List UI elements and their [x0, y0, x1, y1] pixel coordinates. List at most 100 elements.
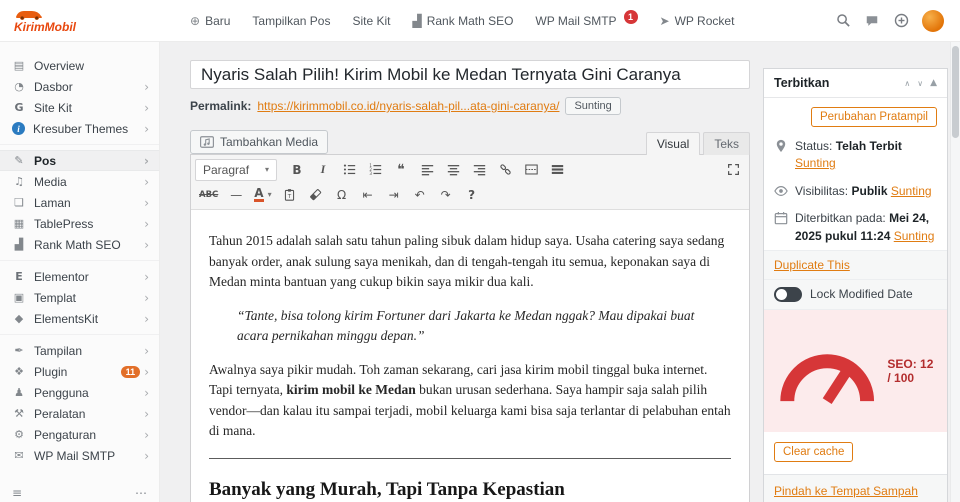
tab-visual[interactable]: Visual	[645, 132, 701, 155]
admin-sidebar: ▤ Overview ◔ Dasbor › G Site Kit › i Kresuber The…	[0, 42, 160, 502]
indent-button[interactable]: ⇥	[382, 184, 406, 206]
sidebar-column: Terbitkan ∧ ∨ ▲ Perubahan Pratampil Stat…	[763, 60, 948, 502]
sidebar-item-kresuber-themes[interactable]: i Kresuber Themes ›	[0, 118, 159, 139]
redo-button[interactable]: ↷	[434, 184, 458, 206]
paste-as-text-button[interactable]: T	[278, 184, 302, 206]
chevron-right-icon: ›	[144, 448, 149, 463]
sidebar-item-plugin[interactable]: ❖ Plugin 11 ›	[0, 361, 159, 382]
blockquote-button[interactable]: ❝	[389, 159, 413, 181]
undo-button[interactable]: ↶	[408, 184, 432, 206]
template-icon: ▣	[13, 291, 25, 304]
clear-formatting-button[interactable]	[304, 184, 328, 206]
edit-status-link[interactable]: Sunting	[795, 156, 836, 170]
edit-published-link[interactable]: Sunting	[894, 229, 935, 243]
help-button[interactable]: ?	[460, 184, 484, 206]
blockquote: “Tante, bisa tolong kirim Fortuner dari …	[237, 307, 695, 344]
topbar-item-site-kit[interactable]: Site Kit	[352, 14, 390, 28]
text-color-button[interactable]: A ▾	[250, 184, 275, 206]
numbered-list-button[interactable]: 123	[363, 159, 387, 181]
bold-button[interactable]: B	[285, 159, 309, 181]
post-title-input[interactable]	[190, 60, 750, 89]
panel-toggle-icon[interactable]: ▲	[930, 78, 937, 88]
move-up-icon[interactable]: ∧	[904, 79, 910, 88]
sidebar-item-elementskit[interactable]: ◆ ElementsKit ›	[0, 308, 159, 329]
sidebar-item-pengaturan[interactable]: ⚙ Pengaturan ›	[0, 424, 159, 445]
preview-changes-button[interactable]: Perubahan Pratampil	[810, 107, 937, 127]
sidebar-item-media[interactable]: ♫ Media ›	[0, 171, 159, 192]
duplicate-this-link[interactable]: Duplicate This	[774, 258, 850, 272]
move-down-icon[interactable]: ∨	[917, 79, 923, 88]
sidebar-item-templat[interactable]: ▣ Templat ›	[0, 287, 159, 308]
sidebar-item-label: Plugin	[34, 364, 68, 379]
sidebar-item-peralatan[interactable]: ⚒ Peralatan ›	[0, 403, 159, 424]
sidebar-item-pos[interactable]: ✎ Pos ›	[0, 150, 159, 171]
search-icon[interactable]	[835, 13, 851, 29]
format-select[interactable]: Paragraf ▾	[195, 158, 277, 181]
site-logo[interactable]: KirimMobil	[0, 9, 160, 33]
tab-text[interactable]: Teks	[703, 132, 750, 155]
comment-icon[interactable]	[864, 13, 880, 29]
strikethrough-button[interactable]: ABC	[195, 184, 222, 206]
sidebar-item-rank-math-seo[interactable]: ▟ Rank Math SEO ›	[0, 234, 159, 255]
special-character-button[interactable]: Ω	[330, 184, 354, 206]
pages-icon: ❏	[14, 196, 24, 209]
sidebar-item-tablepress[interactable]: ▦ TablePress ›	[0, 213, 159, 234]
panel-title: Terbitkan	[774, 76, 830, 90]
horizontal-rule-button[interactable]: —	[224, 184, 248, 206]
italic-button[interactable]: I	[311, 159, 335, 181]
sidebar-item-site-kit[interactable]: G Site Kit ›	[0, 97, 159, 118]
edit-permalink-button[interactable]: Sunting	[565, 97, 621, 115]
scrollbar-thumb[interactable]	[952, 46, 959, 138]
collapse-menu-icon[interactable]: ≡	[12, 486, 22, 500]
mail-icon: ✉	[14, 449, 24, 462]
link-button[interactable]	[493, 159, 517, 181]
post-content-editor[interactable]: Tahun 2015 adalah salah satu tahun palin…	[191, 210, 749, 502]
sidebar-item-laman[interactable]: ❏ Laman ›	[0, 192, 159, 213]
sidebar-item-dasbor[interactable]: ◔ Dasbor ›	[0, 76, 159, 97]
sidebar-item-pengguna[interactable]: ♟ Pengguna ›	[0, 382, 159, 403]
outdent-button[interactable]: ⇤	[356, 184, 380, 206]
new-content-icon[interactable]	[893, 13, 909, 29]
user-avatar[interactable]	[922, 9, 944, 32]
status-row: Status: Telah Terbit Sunting	[764, 133, 947, 178]
car-logo-icon	[16, 10, 42, 20]
settings-icon: ⚙	[14, 428, 24, 441]
align-left-button[interactable]	[415, 159, 439, 181]
align-right-button[interactable]	[467, 159, 491, 181]
sidebar-item-overview[interactable]: ▤ Overview	[0, 55, 159, 76]
toolbar-row-2: ABC — A ▾ T Ω ⇤ ⇥ ↶ ↷ ?	[195, 182, 745, 207]
media-icon	[200, 136, 214, 148]
edit-visibility-link[interactable]: Sunting	[891, 184, 932, 198]
sidebar-item-label: Kresuber Themes	[33, 121, 129, 136]
align-center-button[interactable]	[441, 159, 465, 181]
seo-gauge-icon	[780, 354, 875, 404]
chevron-right-icon: ›	[144, 174, 149, 189]
more-icon[interactable]: ⋯	[135, 486, 147, 500]
add-media-button[interactable]: Tambahkan Media	[190, 130, 329, 154]
editor-toolbar: Paragraf ▾ B I 123 ❝ ABC — A ▾ T Ω ⇤ ⇥ ↶…	[191, 155, 749, 210]
read-more-button[interactable]	[519, 159, 543, 181]
clear-cache-button[interactable]: Clear cache	[774, 442, 854, 463]
sidebar-item-wp-mail-smtp[interactable]: ✉ WP Mail SMTP ›	[0, 445, 159, 466]
sidebar-item-elementor[interactable]: E Elementor ›	[0, 266, 159, 287]
visibility-icon	[774, 185, 788, 196]
sidebar-item-tampilan[interactable]: ✒ Tampilan ›	[0, 340, 159, 361]
chevron-right-icon: ›	[144, 153, 149, 168]
topbar-item-wp-rocket[interactable]: ➤ WP Rocket	[660, 14, 735, 28]
topbar-item-wp-mail-smtp[interactable]: WP Mail SMTP 1	[535, 9, 638, 28]
sidebar-group: ✒ Tampilan › ❖ Plugin 11 › ♟ Pengguna › ⚒ Peralatan…	[0, 334, 159, 471]
sidebar-item-label: Pos	[34, 153, 57, 168]
topbar-item-baru[interactable]: ⊕ Baru	[190, 14, 230, 28]
seo-score-row[interactable]: SEO: 12 / 100	[764, 309, 947, 433]
topbar-item-tampilkan-pos[interactable]: Tampilkan Pos	[252, 14, 330, 28]
move-to-trash-link[interactable]: Pindah ke Tempat Sampah	[774, 484, 918, 498]
permalink-link[interactable]: https://kirimmobil.co.id/nyaris-salah-pi…	[257, 99, 559, 113]
sidebar-item-label: Peralatan	[34, 406, 86, 421]
toolbar-toggle-button[interactable]	[545, 159, 569, 181]
topbar-item-rank-math-seo[interactable]: ▟ Rank Math SEO	[412, 14, 513, 28]
bullet-list-button[interactable]	[337, 159, 361, 181]
bold-text: kirim mobil ke Medan	[286, 382, 416, 398]
fullscreen-button[interactable]	[721, 159, 745, 181]
publish-panel-header[interactable]: Terbitkan ∧ ∨ ▲	[764, 69, 947, 98]
lock-modified-toggle[interactable]	[774, 286, 802, 302]
